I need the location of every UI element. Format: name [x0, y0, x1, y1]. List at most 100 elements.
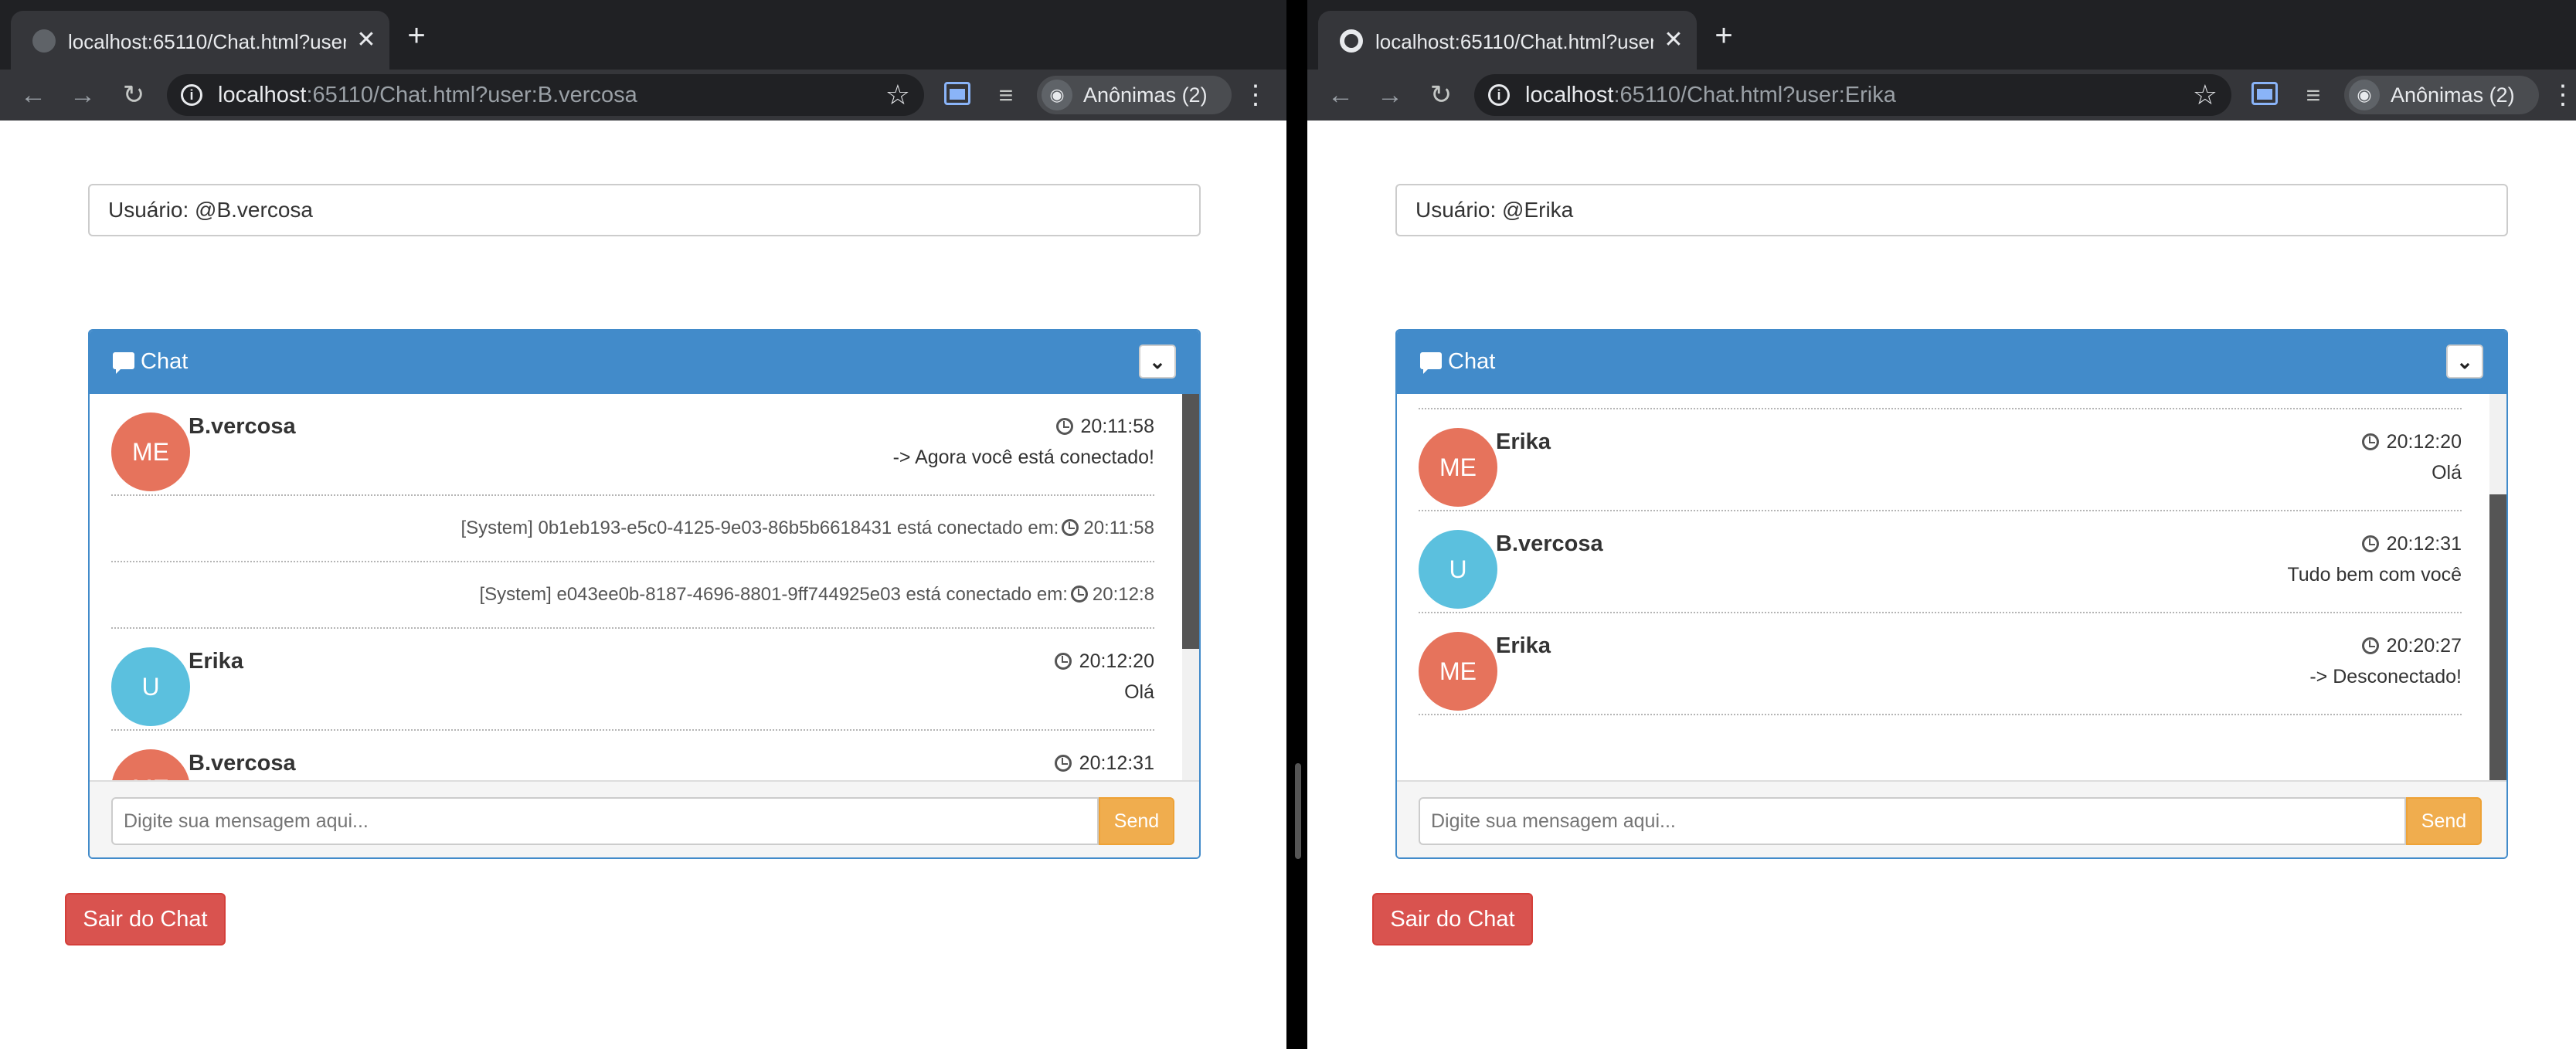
browser-window-left: localhost:65110/Chat.html?user:B.vercosa…	[0, 0, 1286, 1049]
chat-message: U B.vercosa 20:12:31 Tudo bem com você	[1419, 511, 2462, 613]
reload-icon[interactable]: ↻	[1422, 76, 1460, 114]
incognito-profile-button[interactable]: ◉ Anônimas (2)	[2344, 76, 2539, 114]
collapse-toggle-button[interactable]: ⌄	[1139, 345, 1176, 379]
scrollbar-thumb[interactable]	[1182, 394, 1199, 649]
message-timestamp: 20:12:31	[2361, 530, 2462, 558]
globe-icon	[1340, 29, 1363, 53]
clock-icon	[1062, 519, 1079, 536]
message-list: [System] e043ee0b-8187-4696-8801-9ff7449…	[1419, 394, 2462, 715]
browser-tab[interactable]: localhost:65110/Chat.html?user:B.vercosa…	[11, 11, 389, 70]
chat-panel: Chat ⌄ ME B.vercosa 20:11:58 -> Agora você …	[88, 329, 1201, 859]
back-icon[interactable]: ←	[14, 76, 53, 114]
url-text: localhost:65110/Chat.html?user:B.vercosa	[218, 83, 637, 107]
media-control-icon[interactable]: ≡	[2298, 76, 2329, 114]
clock-icon	[2361, 433, 2379, 450]
page-content: Usuário: @Erika Chat ⌄ [System] e043ee0b…	[1307, 121, 2576, 1049]
chat-message: ME Erika 20:12:20 Olá	[1419, 409, 2462, 511]
cast-icon[interactable]	[2251, 82, 2278, 105]
message-author: B.vercosa	[189, 751, 296, 776]
exit-chat-button[interactable]: Sair do Chat	[65, 893, 226, 945]
tab-strip: localhost:65110/Chat.html?user:B.vercosa…	[0, 0, 1286, 70]
tab-title: localhost:65110/Chat.html?user:Erika	[1375, 30, 1653, 53]
reload-icon[interactable]: ↻	[114, 76, 153, 114]
clock-icon	[1055, 418, 1073, 435]
avatar: U	[1419, 530, 1497, 609]
chat-message: U Erika 20:12:20 Olá	[111, 629, 1154, 731]
send-button[interactable]: Send	[2406, 797, 2482, 845]
message-text: Tudo bem com você	[2287, 564, 2462, 586]
address-bar[interactable]: i localhost:65110/Chat.html?user:Erika ☆	[1474, 74, 2231, 116]
chat-message: ME B.vercosa 20:11:58 -> Agora você está co…	[111, 394, 1154, 496]
message-author: Erika	[1496, 429, 1551, 454]
message-text: Olá	[2432, 462, 2462, 484]
avatar: ME	[1419, 428, 1497, 507]
site-info-icon[interactable]: i	[1488, 84, 1510, 106]
screen: localhost:65110/Chat.html?user:B.vercosa…	[0, 0, 2576, 1049]
comment-icon	[1420, 352, 1442, 374]
exit-chat-button[interactable]: Sair do Chat	[1372, 893, 1533, 945]
message-input[interactable]	[111, 797, 1099, 845]
forward-icon[interactable]: →	[63, 76, 102, 114]
chat-panel-footer: Send	[1397, 780, 2506, 857]
chat-panel-heading: Chat ⌄	[90, 331, 1199, 394]
globe-icon	[32, 29, 56, 53]
message-text: Olá	[1124, 681, 1154, 703]
back-icon[interactable]: ←	[1321, 76, 1360, 114]
scrollbar[interactable]	[1182, 394, 1199, 780]
browser-menu-icon[interactable]: ⋮	[2550, 76, 2576, 114]
message-text: -> Agora você está conectado!	[892, 446, 1154, 468]
chat-panel-footer: Send	[90, 780, 1199, 857]
media-control-icon[interactable]: ≡	[991, 76, 1021, 114]
collapse-toggle-button[interactable]: ⌄	[2446, 345, 2483, 379]
message-input[interactable]	[1419, 797, 2406, 845]
split-divider-handle[interactable]	[1295, 763, 1301, 859]
message-time: 20:12:31	[1079, 752, 1154, 774]
browser-tab[interactable]: localhost:65110/Chat.html?user:Erika ✕	[1318, 11, 1697, 70]
chat-panel: Chat ⌄ [System] e043ee0b-8187-4696-8801-…	[1395, 329, 2508, 859]
message-time: 20:12:8	[1092, 584, 1154, 605]
system-message: [System] e043ee0b-8187-4696-8801-9ff7449…	[1419, 394, 2462, 409]
address-bar[interactable]: i localhost:65110/Chat.html?user:B.verco…	[167, 74, 924, 116]
chat-message: MEB.vercosa 20:12:31	[111, 731, 1154, 780]
message-time: 20:11:58	[1083, 518, 1154, 538]
browser-menu-icon[interactable]: ⋮	[1242, 76, 1269, 114]
browser-toolbar: ← → ↻ i localhost:65110/Chat.html?user:E…	[1307, 70, 2576, 121]
user-field[interactable]: Usuário: @B.vercosa	[88, 184, 1201, 236]
system-message-text: [System] e043ee0b-8187-4696-8801-9ff7449…	[479, 581, 1154, 609]
user-field[interactable]: Usuário: @Erika	[1395, 184, 2508, 236]
chat-message: ME Erika 20:20:27 -> Desconectado!	[1419, 613, 2462, 715]
avatar: ME	[1419, 632, 1497, 711]
forward-icon[interactable]: →	[1371, 76, 1409, 114]
incognito-icon: ◉	[1042, 80, 1072, 110]
system-message: [System] e043ee0b-8187-4696-8801-9ff7449…	[111, 562, 1154, 629]
profile-label: Anônimas (2)	[2391, 83, 2515, 107]
close-tab-icon[interactable]: ✕	[1658, 25, 1689, 56]
tab-strip: localhost:65110/Chat.html?user:Erika ✕ +	[1307, 0, 2576, 70]
browser-window-right: localhost:65110/Chat.html?user:Erika ✕ +…	[1307, 0, 2576, 1049]
scrollbar[interactable]	[2489, 394, 2506, 780]
site-info-icon[interactable]: i	[181, 84, 202, 106]
message-time: 20:12:31	[2386, 533, 2462, 555]
new-tab-button[interactable]: +	[397, 17, 436, 56]
avatar: U	[111, 647, 190, 726]
message-text: -> Desconectado!	[2309, 666, 2462, 687]
clock-icon	[1054, 653, 1072, 670]
chat-messages[interactable]: ME B.vercosa 20:11:58 -> Agora você está co…	[90, 394, 1199, 780]
cast-icon[interactable]	[944, 82, 970, 105]
message-timestamp: 20:12:31	[1054, 749, 1154, 777]
bookmark-star-icon[interactable]: ☆	[885, 80, 910, 110]
message-timestamp: 20:12:20	[2361, 428, 2462, 456]
message-timestamp: 20:12:20	[1054, 647, 1154, 675]
scrollbar-thumb[interactable]	[2489, 494, 2506, 780]
close-tab-icon[interactable]: ✕	[351, 25, 382, 56]
chat-messages[interactable]: [System] e043ee0b-8187-4696-8801-9ff7449…	[1397, 394, 2506, 780]
message-timestamp: 20:20:27	[2361, 632, 2462, 660]
message-author: B.vercosa	[189, 414, 296, 439]
incognito-profile-button[interactable]: ◉ Anônimas (2)	[1037, 76, 1232, 114]
system-text: [System] 0b1eb193-e5c0-4125-9e03-86b5b66…	[460, 518, 1059, 538]
new-tab-button[interactable]: +	[1704, 17, 1743, 56]
system-message-text: [System] 0b1eb193-e5c0-4125-9e03-86b5b66…	[460, 514, 1154, 542]
bookmark-star-icon[interactable]: ☆	[2193, 80, 2217, 110]
avatar: ME	[111, 749, 190, 780]
send-button[interactable]: Send	[1099, 797, 1174, 845]
